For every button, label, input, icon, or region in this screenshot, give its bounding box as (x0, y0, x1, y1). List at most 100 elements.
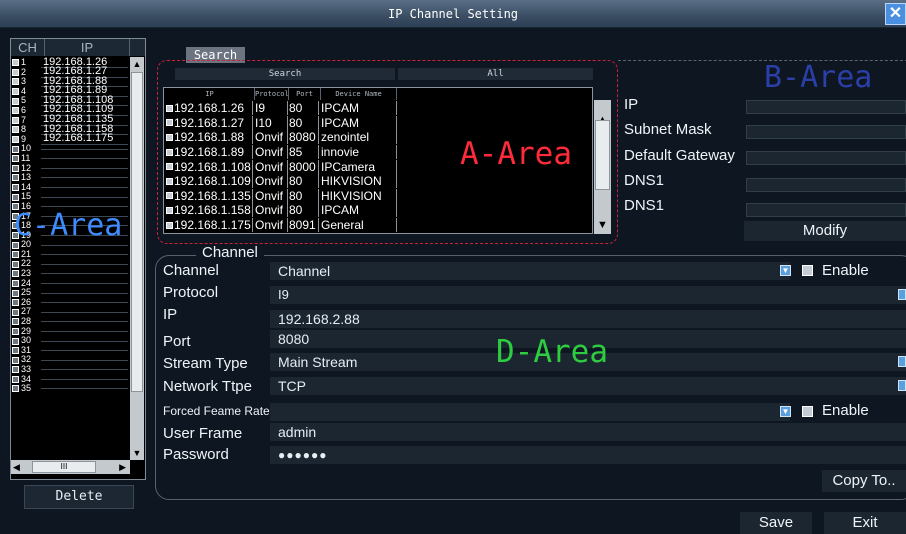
search-results-header: IP Protocol Port Device Name (165, 88, 397, 100)
copy-to-button[interactable]: Copy To.. (822, 470, 906, 492)
row-checkbox[interactable] (166, 206, 173, 214)
table-row[interactable]: 192.168.1.109 Onvif 80 HIKVISION (166, 174, 397, 189)
cell-port: 8080 (288, 130, 319, 145)
save-button[interactable]: Save (740, 512, 812, 534)
channel-checkbox[interactable] (12, 126, 19, 134)
user-input[interactable]: admin (270, 423, 906, 441)
chevron-down-icon[interactable] (898, 380, 906, 391)
chevron-down-icon[interactable] (898, 356, 906, 367)
channel-list-scroll-thumb[interactable] (131, 72, 143, 392)
channel-checkbox[interactable] (12, 145, 19, 153)
forced-frame-rate-label: Forced Feame Rate (163, 404, 270, 418)
channel-checkbox[interactable] (12, 375, 19, 383)
column-header-device-name[interactable]: Device Name (321, 88, 397, 100)
row-checkbox[interactable] (166, 104, 173, 112)
channel-checkbox[interactable] (12, 164, 19, 172)
table-row[interactable]: 192.168.1.27 I10 80 IPCAM (166, 115, 397, 131)
channel-checkbox[interactable] (12, 155, 19, 163)
table-row[interactable]: 192.168.1.26 I9 80 IPCAM (166, 101, 397, 116)
channel-checkbox[interactable] (12, 289, 19, 297)
row-checkbox[interactable] (166, 148, 173, 156)
table-row[interactable]: 192.168.1.135 Onvif 80 HIKVISION (166, 188, 397, 204)
scroll-right-arrow-icon[interactable]: ▶ (119, 460, 126, 474)
dns2-field[interactable] (746, 203, 906, 217)
chevron-down-icon[interactable]: ▼ (780, 265, 791, 276)
channel-checkbox[interactable] (12, 270, 19, 278)
scroll-up-arrow-icon[interactable]: ▲ (130, 57, 144, 71)
channel-checkbox[interactable] (12, 97, 19, 105)
exit-button[interactable]: Exit (824, 512, 906, 534)
table-row[interactable]: 192.168.1.108 Onvif 8000 IPCamera (166, 159, 397, 174)
channel-checkbox[interactable] (12, 260, 19, 268)
channel-checkbox[interactable] (12, 327, 19, 335)
channel-checkbox[interactable] (12, 193, 19, 201)
column-header-ip[interactable]: IP (165, 88, 255, 100)
modify-button[interactable]: Modify (744, 221, 906, 241)
delete-button[interactable]: Delete (24, 485, 134, 509)
channel-checkbox[interactable] (12, 136, 19, 144)
network-type-select[interactable]: TCP (270, 377, 906, 395)
channel-checkbox[interactable] (12, 251, 19, 259)
table-row[interactable]: 192.168.1.158 Onvif 80 IPCAM (166, 203, 397, 218)
channel-ip (41, 196, 128, 198)
row-checkbox[interactable] (166, 192, 173, 200)
search-button[interactable]: Search (175, 68, 395, 80)
scroll-left-arrow-icon[interactable]: ◀ (13, 460, 20, 474)
password-label: Password (163, 446, 229, 463)
chevron-down-icon[interactable] (898, 289, 906, 300)
column-header-ch[interactable]: CH (11, 39, 45, 56)
enable-frame-rate-label: Enable (822, 402, 869, 419)
protocol-select[interactable]: I9 (270, 286, 906, 304)
channel-checkbox[interactable] (12, 68, 19, 76)
scroll-down-arrow-icon[interactable]: ▼ (594, 218, 611, 232)
column-header-port[interactable]: Port (289, 88, 321, 100)
row-checkbox[interactable] (166, 133, 173, 141)
channel-checkbox[interactable] (12, 366, 19, 374)
channel-checkbox[interactable] (12, 299, 19, 307)
row-checkbox[interactable] (166, 163, 173, 171)
chevron-down-icon[interactable]: ▼ (780, 406, 791, 417)
dns1-field[interactable] (746, 178, 906, 192)
row-checkbox[interactable] (166, 177, 173, 185)
channel-ip (41, 177, 128, 179)
close-icon[interactable]: ✕ (885, 3, 906, 25)
column-header-ip[interactable]: IP (45, 39, 130, 56)
channel-number: 35 (21, 383, 32, 394)
select-all-button[interactable]: All (398, 68, 593, 80)
ip-input[interactable]: 192.168.2.88 (270, 310, 906, 328)
channel-checkbox[interactable] (12, 116, 19, 124)
search-results-scroll-thumb[interactable] (595, 120, 610, 190)
subnet-mask-field[interactable] (746, 125, 906, 139)
channel-checkbox[interactable] (12, 347, 19, 355)
table-row[interactable]: 192.168.1.175 Onvif 8091 General (166, 218, 397, 233)
table-row[interactable]: 192.168.1.89 Onvif 85 innovie (166, 145, 397, 160)
channel-checkbox[interactable] (12, 78, 19, 86)
row-checkbox[interactable] (166, 119, 173, 127)
enable-frame-rate-checkbox[interactable] (802, 406, 813, 417)
channel-select[interactable]: Channel (270, 262, 790, 280)
row-checkbox[interactable] (166, 221, 173, 229)
table-row[interactable]: 192.168.1.88 Onvif 8080 zenointel (166, 130, 397, 145)
column-header-protocol[interactable]: Protocol (255, 88, 289, 100)
password-input[interactable]: ●●●●●● (270, 446, 906, 464)
channel-checkbox[interactable] (12, 385, 19, 393)
enable-checkbox[interactable] (802, 265, 813, 276)
ip-field[interactable] (746, 100, 906, 114)
cell-ip: 192.168.1.158 (174, 203, 253, 218)
channel-checkbox[interactable] (12, 318, 19, 326)
channel-checkbox[interactable] (12, 279, 19, 287)
default-gateway-field[interactable] (746, 151, 906, 165)
list-item[interactable]: 35 (12, 384, 128, 394)
channel-checkbox[interactable] (12, 59, 19, 67)
scroll-down-arrow-icon[interactable]: ▼ (130, 446, 144, 460)
channel-checkbox[interactable] (12, 308, 19, 316)
channel-list-hscroll-thumb[interactable]: III (32, 461, 96, 473)
channel-checkbox[interactable] (12, 88, 19, 96)
channel-checkbox[interactable] (12, 356, 19, 364)
channel-checkbox[interactable] (12, 337, 19, 345)
channel-checkbox[interactable] (12, 184, 19, 192)
channel-checkbox[interactable] (12, 174, 19, 182)
channel-ip (41, 369, 128, 371)
forced-frame-rate-select[interactable] (270, 403, 790, 421)
channel-checkbox[interactable] (12, 107, 19, 115)
